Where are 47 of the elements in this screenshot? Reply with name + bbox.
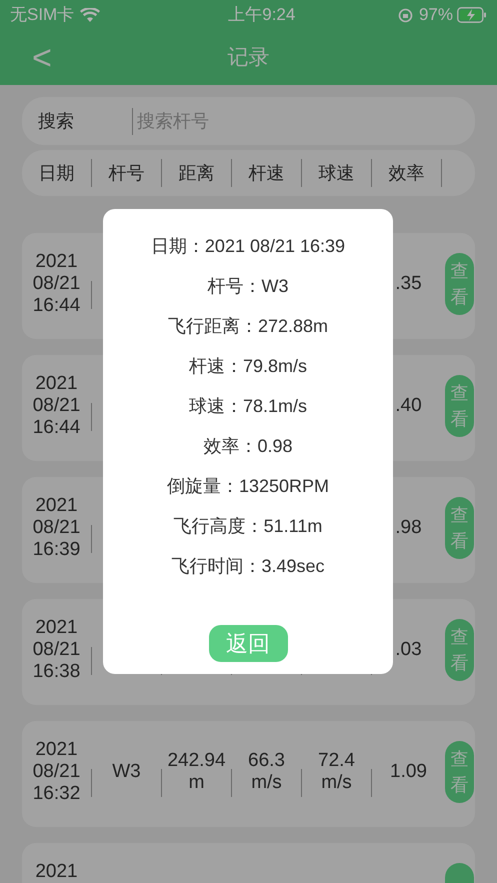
back-button[interactable]: 返回 bbox=[208, 625, 288, 662]
efficiency-cell-text: 1.09 bbox=[390, 760, 427, 784]
date-cell: 2021 08/21 16:38 bbox=[32, 617, 80, 683]
carrier-label: 无SIM卡 bbox=[10, 4, 74, 26]
search-bar[interactable]: 搜索 搜索杆号 bbox=[22, 97, 475, 145]
column-header: 球速 bbox=[318, 162, 356, 184]
column-header: 杆号 bbox=[108, 162, 146, 184]
battery-percent: 97% bbox=[418, 4, 453, 26]
detail-line: 球速：78.1m/s bbox=[188, 395, 308, 418]
efficiency-cell-text: .98 bbox=[395, 516, 422, 540]
detail-line: 飞行时间：3.49sec bbox=[171, 555, 325, 578]
efficiency-cell-text: .35 bbox=[395, 272, 422, 296]
column-header: 日期 bbox=[38, 162, 76, 184]
date-cell: 2021 08/21 16:32 bbox=[32, 739, 80, 805]
detail-line: 飞行距离：272.88m bbox=[168, 315, 328, 338]
detail-line: 飞行高度：51.11m bbox=[174, 515, 322, 538]
wifi-icon bbox=[80, 8, 100, 22]
detail-line: 倒旋量：13250RPM bbox=[166, 475, 330, 498]
view-button[interactable]: 查看 bbox=[445, 741, 474, 803]
search-label: 搜索 bbox=[38, 110, 75, 132]
detail-line: 杆速：79.8m/s bbox=[188, 355, 308, 378]
efficiency-cell-text: .03 bbox=[395, 638, 422, 662]
distance-cell: 242.94 m bbox=[167, 750, 226, 794]
date-cell: 2021 08/21 16:39 bbox=[32, 495, 80, 561]
detail-line: 杆号：W3 bbox=[208, 275, 288, 298]
detail-line: 日期：2021 08/21 16:39 bbox=[150, 235, 346, 258]
ball-speed-cell: 72.4 m/s bbox=[318, 750, 355, 794]
view-button[interactable]: 查看 bbox=[445, 497, 474, 559]
clock-time: 上午9:24 bbox=[228, 4, 296, 26]
date-cell: 2021 08/21 16:44 bbox=[32, 251, 80, 317]
club-speed-cell: 66.3 m/s bbox=[248, 750, 285, 794]
page-title: 记录 bbox=[228, 44, 270, 71]
club-cell: W3 bbox=[112, 761, 141, 783]
back-button[interactable]: < bbox=[32, 40, 52, 74]
view-button[interactable]: 查看 bbox=[445, 253, 474, 315]
view-button[interactable]: 查看 bbox=[445, 375, 474, 437]
battery-icon bbox=[457, 7, 487, 23]
column-header: 距离 bbox=[178, 162, 216, 184]
view-button[interactable]: 查看 bbox=[445, 619, 474, 681]
search-input[interactable]: 搜索杆号 bbox=[132, 108, 382, 134]
date-cell: 2021 bbox=[35, 861, 78, 883]
detail-line: 效率：0.98 bbox=[203, 435, 293, 458]
column-header: 效率 bbox=[388, 162, 426, 184]
efficiency-cell-text: .40 bbox=[395, 394, 422, 418]
column-header: 杆速 bbox=[248, 162, 286, 184]
rotation-lock-icon bbox=[398, 8, 413, 22]
date-cell: 2021 08/21 16:44 bbox=[32, 373, 80, 439]
